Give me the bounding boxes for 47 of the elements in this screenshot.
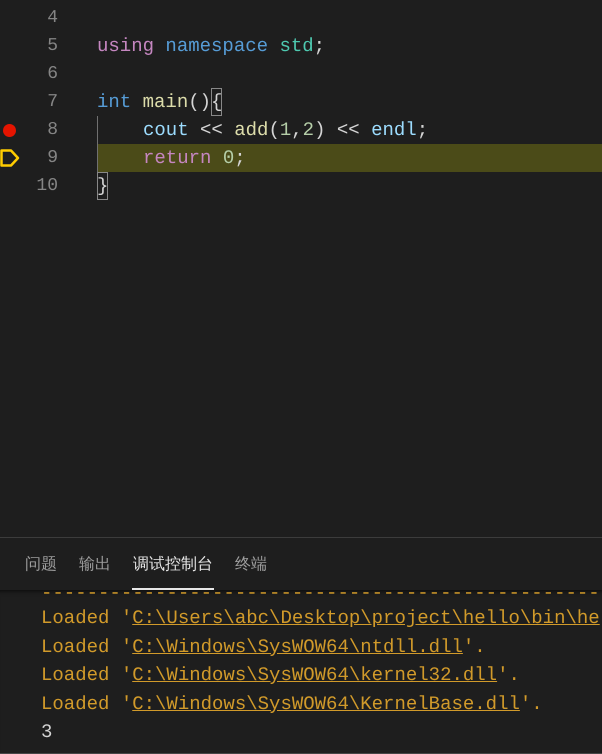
line-number: 8	[47, 118, 58, 142]
separator-line: -------------------------------------------------	[41, 590, 600, 600]
breakpoint-icon[interactable]	[3, 124, 16, 137]
panel-tab[interactable]: 问题	[24, 542, 58, 590]
console-text: Loaded '	[41, 692, 132, 716]
code-token: namespace	[164, 34, 268, 59]
code-token: ) <<	[314, 118, 361, 143]
code-token: 0	[222, 146, 234, 171]
code-token: 2	[302, 118, 314, 143]
line-number: 10	[36, 174, 58, 198]
code-token: std	[278, 34, 314, 59]
file-path-link[interactable]: C:\Windows\SysWOW64\KernelBase.dll	[132, 690, 520, 718]
line-number: 5	[47, 34, 58, 58]
panel-tab[interactable]: 输出	[78, 542, 112, 590]
code-token: <<	[199, 118, 224, 143]
code-token: add	[234, 118, 268, 143]
line-number: 6	[47, 62, 58, 86]
code-token: return	[143, 146, 212, 171]
line-number: 9	[47, 146, 58, 170]
code-token: int	[97, 90, 132, 115]
code-token: (	[268, 118, 280, 143]
code-token: ,	[291, 118, 303, 143]
console-text: Loaded '	[41, 606, 132, 631]
line-number: 4	[47, 6, 58, 30]
console-text: '.	[497, 663, 520, 688]
code-token: ;	[314, 34, 326, 59]
console-text: Loaded '	[41, 634, 132, 660]
code-token: ;	[234, 146, 246, 171]
code-token: ;	[416, 118, 428, 143]
console-text: '.	[520, 692, 543, 716]
console-text: Loaded '	[41, 663, 132, 688]
matched-bracket: }	[97, 172, 108, 200]
code-token: endl	[371, 118, 417, 143]
code-token: ()	[188, 90, 212, 115]
panel-tab[interactable]: 终端	[234, 542, 268, 590]
line-number: 7	[47, 90, 58, 114]
file-path-link[interactable]: C:\Windows\SysWOW64\ntdll.dll	[132, 632, 463, 661]
console-text: '.	[462, 634, 486, 660]
matched-bracket: {	[211, 88, 222, 116]
console-output: 3	[41, 720, 52, 745]
code-token: cout	[143, 118, 189, 143]
code-token: 1	[280, 118, 292, 143]
file-path-link[interactable]: C:\Windows\SysWOW64\kernel32.dll	[132, 661, 498, 690]
code-token: using	[97, 34, 154, 59]
file-path-link[interactable]: C:\Users\abc\Desktop\project\hello\bin\he	[132, 604, 600, 632]
panel-tab[interactable]: 调试控制台	[132, 542, 214, 590]
code-token: main	[142, 90, 188, 115]
